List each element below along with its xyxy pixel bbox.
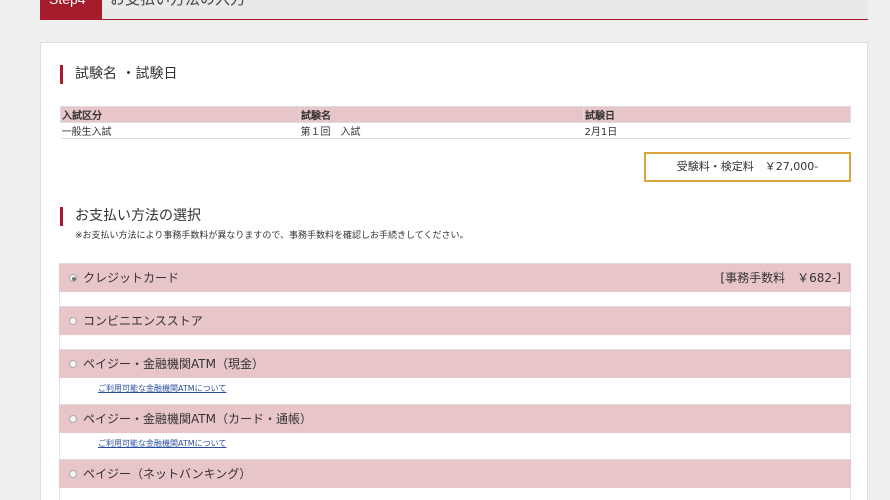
payment-option-label: クレジットカード (83, 271, 180, 285)
payment-option-label: ペイジー（ネットバンキング） (83, 467, 252, 481)
payment-option-fee: [事務手数料 ￥682-] (720, 271, 841, 285)
payment-option-payeasy-atm-cash[interactable]: ペイジー・金融機関ATM（現金） (59, 349, 851, 378)
payment-section-heading: お支払い方法の選択 (60, 207, 201, 226)
radio-icon[interactable] (69, 414, 77, 423)
payment-option-spacer (59, 292, 851, 306)
exam-fee-box: 受験料・検定料 ￥27,000- (644, 152, 851, 182)
radio-selected-icon[interactable] (69, 273, 77, 282)
main-panel: 試験名 ・試験日 入試区分 試験名 試験日 一般生入試 第１回 入試 2月1日 … (40, 42, 868, 500)
payment-option-sub: ご利用可能な金融機関ATMについて (59, 433, 851, 459)
cell-exam-name: 第１回 入試 (299, 122, 584, 139)
radio-icon[interactable] (69, 469, 77, 478)
step-title: お支払い方法の入力 (110, 0, 245, 11)
payment-option-payeasy-netbanking[interactable]: ペイジー（ネットバンキング） (59, 459, 851, 488)
step-header: Step4 お支払い方法の入力 (40, 0, 868, 20)
cell-category: 一般生入試 (60, 122, 300, 139)
payment-option-convenience-store[interactable]: コンビニエンスストア (59, 306, 851, 335)
payment-option-label: ペイジー・金融機関ATM（現金） (83, 357, 264, 371)
exam-section-heading: 試験名 ・試験日 (60, 65, 177, 84)
cell-exam-date: 2月1日 (583, 122, 851, 139)
exam-table: 入試区分 試験名 試験日 一般生入試 第１回 入試 2月1日 (60, 106, 851, 139)
step-badge: Step4 (40, 0, 102, 20)
payment-option-sub: ご利用可能な金融機関ATMについて (59, 378, 851, 404)
payment-option-credit-card[interactable]: クレジットカード [事務手数料 ￥682-] (59, 263, 851, 292)
payment-note: ※お支払い方法により事務手数料が異なりますので、事務手数料を確認しお手続きしてく… (75, 231, 469, 241)
atm-info-link[interactable]: ご利用可能な金融機関ATMについて (98, 438, 226, 449)
payment-option-spacer (59, 335, 851, 349)
column-header-category: 入試区分 (60, 106, 300, 123)
payment-option-label: ペイジー・金融機関ATM（カード・通帳） (83, 412, 312, 426)
column-header-exam-date: 試験日 (583, 106, 851, 123)
payment-option-payeasy-atm-card[interactable]: ペイジー・金融機関ATM（カード・通帳） (59, 404, 851, 433)
radio-icon[interactable] (69, 359, 77, 368)
table-row: 一般生入試 第１回 入試 2月1日 (60, 122, 851, 139)
column-header-exam-name: 試験名 (299, 106, 584, 123)
payment-option-spacer (59, 488, 851, 500)
table-header-row: 入試区分 試験名 試験日 (60, 106, 851, 123)
radio-icon[interactable] (69, 316, 77, 325)
payment-option-label: コンビニエンスストア (83, 314, 203, 328)
atm-info-link[interactable]: ご利用可能な金融機関ATMについて (98, 383, 226, 394)
